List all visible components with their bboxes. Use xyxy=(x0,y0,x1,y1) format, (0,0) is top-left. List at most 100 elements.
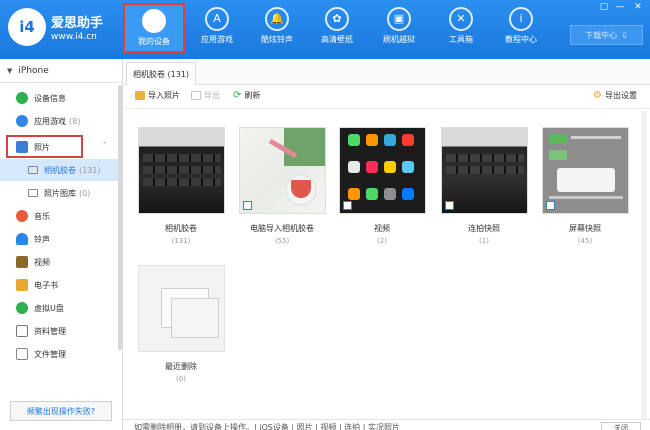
top-bar: i4 爱思助手 www.i4.cn 我的设备 A 应用游戏 🔔 酷炫铃声 ✿ 高… xyxy=(0,0,650,59)
album-thumbnail xyxy=(440,127,528,214)
nav-label: 刷机越狱 xyxy=(383,35,415,44)
nav-flash-jailbreak[interactable]: ▣ 刷机越狱 xyxy=(368,3,430,53)
album-thumbnail xyxy=(137,265,225,352)
app-url: www.i4.cn xyxy=(51,32,97,42)
wrench-icon: ✕ xyxy=(449,7,473,31)
album-camera-roll[interactable]: 相机胶卷 (131) xyxy=(136,127,226,245)
device-header[interactable]: ▼ iPhone xyxy=(0,59,122,83)
sidebar-item-label: 电子书 xyxy=(34,280,58,290)
sidebar-item-label: 应用游戏 xyxy=(34,116,66,126)
sidebar-scrollbar[interactable] xyxy=(118,85,122,350)
sidebar-item-count: (0) xyxy=(79,188,91,198)
export-button[interactable]: 导出 xyxy=(191,90,220,101)
box-icon: ▣ xyxy=(387,7,411,31)
album-burst[interactable]: 连拍快照 (1) xyxy=(439,127,529,245)
sidebar-item-label: 设备信息 xyxy=(34,93,66,103)
toolbar: 导入照片 导出 ⟳ 刷新 ⚙ 导出设置 xyxy=(123,85,650,109)
app-store-icon: A xyxy=(205,7,229,31)
sidebar-item-label: 相机胶卷 xyxy=(44,165,76,175)
gear-icon: ⚙ xyxy=(593,90,602,101)
album-name: 视频 xyxy=(374,224,390,233)
album-thumbnail xyxy=(238,127,326,214)
apple-icon xyxy=(142,9,166,33)
tab-bar: 相机胶卷 (131) xyxy=(123,59,650,85)
album-count: (55) xyxy=(274,237,290,245)
nav-label: 应用游戏 xyxy=(201,35,233,44)
sidebar-item-music[interactable]: 音乐 xyxy=(0,205,118,227)
album-count: (45) xyxy=(577,237,593,245)
main-panel: 相机胶卷 (131) 导入照片 导出 ⟳ 刷新 ⚙ 导出设置 相机胶卷 (131… xyxy=(123,59,650,430)
nav-label: 酷炫铃声 xyxy=(261,35,293,44)
nav-label: 高清壁纸 xyxy=(321,35,353,44)
sidebar-item-data-management[interactable]: 资料管理 xyxy=(0,320,118,342)
sidebar-item-apps[interactable]: 应用游戏 (8) xyxy=(0,110,118,132)
app-logo: i4 爱思助手 www.i4.cn xyxy=(8,8,108,48)
bottom-status-bar: 如需删除相册，请到设备上操作。| iOS设备 | 照片 | 视频 | 连拍 | … xyxy=(123,419,650,430)
sidebar-item-label: 资料管理 xyxy=(34,326,66,336)
nav-label: 教程中心 xyxy=(505,35,537,44)
sidebar-item-label: 照片图库 xyxy=(44,188,76,198)
sidebar-item-camera-roll[interactable]: 相机胶卷 (131) xyxy=(0,159,118,181)
sidebar-item-device-info[interactable]: 设备信息 xyxy=(0,87,118,109)
sidebar-item-label: 虚拟U盘 xyxy=(34,303,64,313)
maximize-icon[interactable]: ▢ xyxy=(598,2,610,12)
export-settings-label: 导出设置 xyxy=(604,91,637,100)
close-button[interactable]: 关闭 xyxy=(601,422,641,430)
close-icon[interactable]: ✕ xyxy=(632,2,644,12)
album-name: 屏幕快照 xyxy=(569,224,601,233)
album-name: 相机胶卷 xyxy=(165,224,197,233)
sidebar-item-photo-library[interactable]: 照片图库 (0) xyxy=(0,182,118,204)
album-thumbnail xyxy=(338,127,426,214)
sidebar-item-video[interactable]: 视频 xyxy=(0,251,118,273)
album-name: 连拍快照 xyxy=(468,224,500,233)
sidebar-item-ringtones[interactable]: 铃声 xyxy=(0,228,118,250)
album-screenshots[interactable]: 屏幕快照 (45) xyxy=(540,127,630,245)
video-icon xyxy=(16,256,28,268)
nav-ringtones[interactable]: 🔔 酷炫铃声 xyxy=(246,3,308,53)
troubleshoot-link[interactable]: 频繁出现操作失败? xyxy=(10,401,112,421)
minimize-icon[interactable]: — xyxy=(614,2,626,12)
refresh-button[interactable]: ⟳ 刷新 xyxy=(233,90,260,101)
refresh-icon: ⟳ xyxy=(233,90,242,101)
sidebar-item-ebooks[interactable]: 电子书 xyxy=(0,274,118,296)
sidebar-item-label: 视频 xyxy=(34,257,50,267)
album-recently-deleted[interactable]: 最近删除 (0) xyxy=(136,265,226,383)
book-icon xyxy=(16,279,28,291)
album-thumbnail xyxy=(541,127,629,214)
export-icon xyxy=(191,91,201,100)
album-videos[interactable]: 视频 (2) xyxy=(337,127,427,245)
screenshot-badge-icon xyxy=(545,201,555,210)
main-scrollbar[interactable] xyxy=(641,111,647,421)
folder-icon xyxy=(135,91,145,100)
download-icon: ⇩ xyxy=(621,30,628,40)
bell-icon xyxy=(16,233,28,245)
logo-mark: i4 xyxy=(8,8,46,46)
nav-tutorials[interactable]: i 教程中心 xyxy=(490,3,552,53)
import-label: 导入照片 xyxy=(148,91,180,100)
info-icon xyxy=(16,92,28,104)
flower-icon: ✿ xyxy=(325,7,349,31)
collapse-icon[interactable]: ⌃ xyxy=(102,141,108,149)
album-pc-imported[interactable]: 电脑导入相机胶卷 (55) xyxy=(237,127,327,245)
status-text: 如需删除相册，请到设备上操作。| iOS设备 | 照片 | 视频 | 连拍 | … xyxy=(134,423,400,430)
sidebar-item-count: (8) xyxy=(69,116,81,126)
music-icon xyxy=(16,210,28,222)
nav-apps-games[interactable]: A 应用游戏 xyxy=(186,3,248,53)
sidebar-item-file-management[interactable]: 文件管理 xyxy=(0,343,118,365)
nav-my-device[interactable]: 我的设备 xyxy=(123,3,185,53)
usb-icon xyxy=(16,302,28,314)
nav-toolbox[interactable]: ✕ 工具箱 xyxy=(430,3,492,53)
download-center-button[interactable]: 下载中心 ⇩ xyxy=(570,25,643,45)
export-label: 导出 xyxy=(204,91,220,100)
app-icon xyxy=(16,115,28,127)
tab-camera-roll[interactable]: 相机胶卷 (131) xyxy=(126,62,197,85)
download-label: 下载中心 xyxy=(585,30,618,40)
album-icon xyxy=(28,189,38,197)
export-settings-button[interactable]: ⚙ 导出设置 xyxy=(593,90,637,101)
caret-down-icon: ▼ xyxy=(7,66,13,75)
sidebar-item-virtual-usb[interactable]: 虚拟U盘 xyxy=(0,297,118,319)
sidebar-item-label: 音乐 xyxy=(34,211,50,221)
sidebar-item-label: 文件管理 xyxy=(34,349,66,359)
nav-wallpapers[interactable]: ✿ 高清壁纸 xyxy=(306,3,368,53)
import-photos-button[interactable]: 导入照片 xyxy=(135,90,180,101)
